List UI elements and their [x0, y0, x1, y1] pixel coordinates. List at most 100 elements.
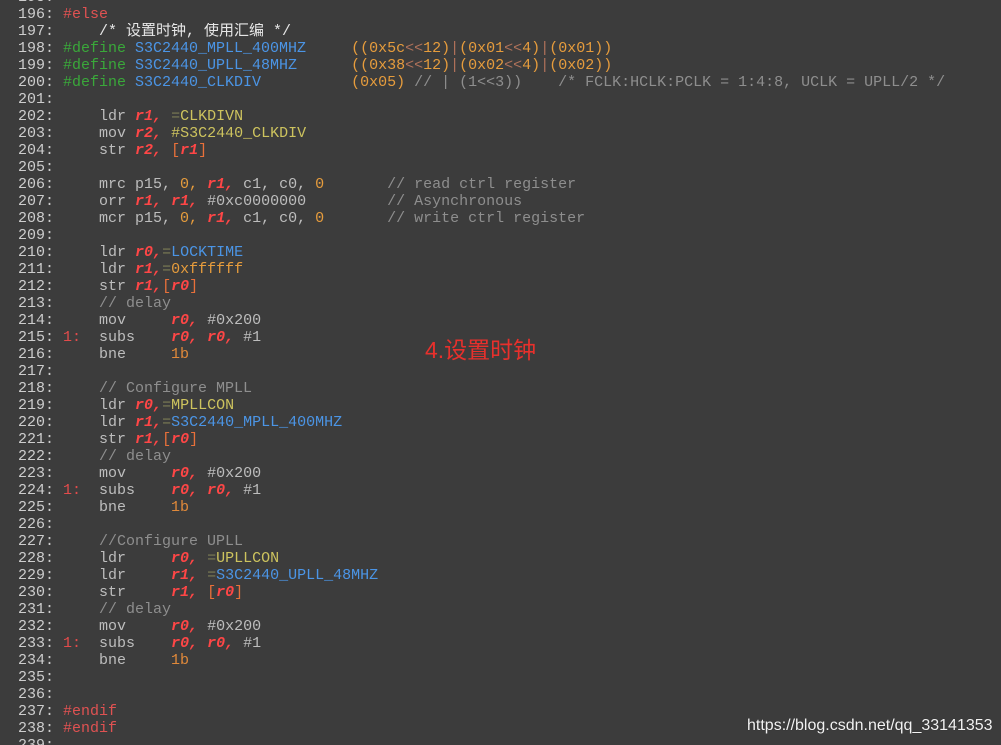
line-text[interactable] [63, 363, 1001, 380]
line-text[interactable]: ldr r1,=0xffffff [63, 261, 1001, 278]
code-editor[interactable]: 195:196:#else197: /* 设置时钟, 使用汇编 */198:#d… [0, 0, 1001, 745]
line-text[interactable] [63, 686, 1001, 703]
line-text[interactable]: bne 1b [63, 499, 1001, 516]
line-text[interactable]: // Configure MPLL [63, 380, 1001, 397]
immediate-token: #0x200 [207, 311, 262, 329]
line-text[interactable]: #else [63, 6, 1001, 23]
line-text[interactable]: ldr r1,=S3C2440_MPLL_400MHZ [63, 414, 1001, 431]
bracket-token: ] [189, 430, 199, 448]
operator-token: << [405, 39, 424, 57]
line-text[interactable]: ldr r0, =UPLLCON [63, 550, 1001, 567]
bracket-token: [ [207, 583, 217, 601]
line-text[interactable]: mcr p15, 0, r1, c1, c0, 0 // write ctrl … [63, 210, 1001, 227]
line-text[interactable]: str r1,[r0] [63, 431, 1001, 448]
register-token: r0, [171, 549, 199, 567]
line-text[interactable]: ldr r0,=MPLLCON [63, 397, 1001, 414]
line-text[interactable]: str r2, [r1] [63, 142, 1001, 159]
register-token: r0, [135, 396, 163, 414]
mnemonic-token: bne [99, 498, 127, 516]
line-number: 216: [18, 345, 55, 363]
line-text[interactable] [63, 227, 1001, 244]
line-text[interactable]: //Configure UPLL [63, 533, 1001, 550]
line-text[interactable]: #define S3C2440_MPLL_400MHZ ((0x5c<<12)|… [63, 40, 1001, 57]
line-text[interactable]: #define S3C2440_UPLL_48MHZ ((0x38<<12)|(… [63, 57, 1001, 74]
line-number: 231: [18, 600, 55, 618]
mnemonic-token: subs [99, 481, 136, 499]
line-text[interactable]: // delay [63, 601, 1001, 618]
mnemonic-token: mov [99, 311, 127, 329]
line-text[interactable]: bne 1b [63, 652, 1001, 669]
line-number: 228: [18, 549, 55, 567]
register-token: r0, [135, 243, 163, 261]
bracket-token: ] [234, 583, 244, 601]
line-number: 225: [18, 498, 55, 516]
line-text[interactable]: mov r0, #0x200 [63, 312, 1001, 329]
code-line: 231: // delay [0, 601, 1001, 618]
line-text[interactable] [63, 737, 1001, 745]
line-text[interactable]: mrc p15, 0, r1, c1, c0, 0 // read ctrl r… [63, 176, 1001, 193]
line-number: 207: [18, 192, 55, 210]
line-text[interactable]: 1: subs r0, r0, #1 [63, 482, 1001, 499]
line-text[interactable]: /* 设置时钟, 使用汇编 */ [63, 23, 1001, 40]
code-line: 219: ldr r0,=MPLLCON [0, 397, 1001, 414]
line-text[interactable] [63, 669, 1001, 686]
immediate-token: #1 [243, 634, 262, 652]
line-text[interactable]: orr r1, r1, #0xc0000000 // Asynchronous [63, 193, 1001, 210]
line-text[interactable] [63, 91, 1001, 108]
line-number: 213: [18, 294, 55, 312]
assign-token: = [207, 566, 217, 584]
code-line: 223: mov r0, #0x200 [0, 465, 1001, 482]
directive-token: #endif [63, 719, 118, 737]
line-text[interactable]: ldr r1, =S3C2440_UPLL_48MHZ [63, 567, 1001, 584]
code-line: 199: #define S3C2440_UPLL_48MHZ ((0x38<<1… [0, 57, 1001, 74]
macro-token: S3C2440_MPLL_400MHZ [135, 39, 307, 57]
mnemonic-token: ldr [99, 413, 127, 431]
plain-token: p15, [126, 209, 181, 227]
line-text[interactable]: // delay [63, 295, 1001, 312]
line-text[interactable]: mov r0, #0x200 [63, 618, 1001, 635]
line-text[interactable]: ldr r0,=LOCKTIME [63, 244, 1001, 261]
mnemonic-token: bne [99, 651, 127, 669]
line-number: 239: [18, 736, 55, 745]
define-token: #define [63, 56, 127, 74]
line-text[interactable]: str r1,[r0] [63, 278, 1001, 295]
line-text[interactable]: #define S3C2440_CLKDIV (0x05) // | (1<<3… [63, 74, 1001, 91]
operator-token: | [540, 56, 550, 74]
line-number: 232: [18, 617, 55, 635]
bracket-token: ] [189, 277, 199, 295]
line-text[interactable] [63, 516, 1001, 533]
line-text[interactable]: 1: subs r0, r0, #1 [63, 635, 1001, 652]
assign-token: = [162, 413, 172, 431]
number-token: 4) [522, 56, 541, 74]
line-number: 238: [18, 719, 55, 737]
line-text[interactable]: mov r0, #0x200 [63, 465, 1001, 482]
mnemonic-token: mrc [99, 175, 127, 193]
line-text[interactable]: str r1, [r0] [63, 584, 1001, 601]
symbol-token: UPLLCON [216, 549, 280, 567]
line-text[interactable] [63, 159, 1001, 176]
number-token: (0x02)) [549, 56, 613, 74]
line-text[interactable]: // delay [63, 448, 1001, 465]
line-text[interactable]: ldr r1, =CLKDIVN [63, 108, 1001, 125]
line-text[interactable]: mov r2, #S3C2440_CLKDIV [63, 125, 1001, 142]
comment-token: //Configure UPLL [99, 532, 244, 550]
line-number: 237: [18, 702, 55, 720]
mnemonic-token: subs [99, 634, 136, 652]
mnemonic-token: ldr [99, 260, 127, 278]
line-number: 218: [18, 379, 55, 397]
code-line: 225: bne 1b [0, 499, 1001, 516]
code-line: 207: orr r1, r1, #0xc0000000 // Asynchro… [0, 193, 1001, 210]
